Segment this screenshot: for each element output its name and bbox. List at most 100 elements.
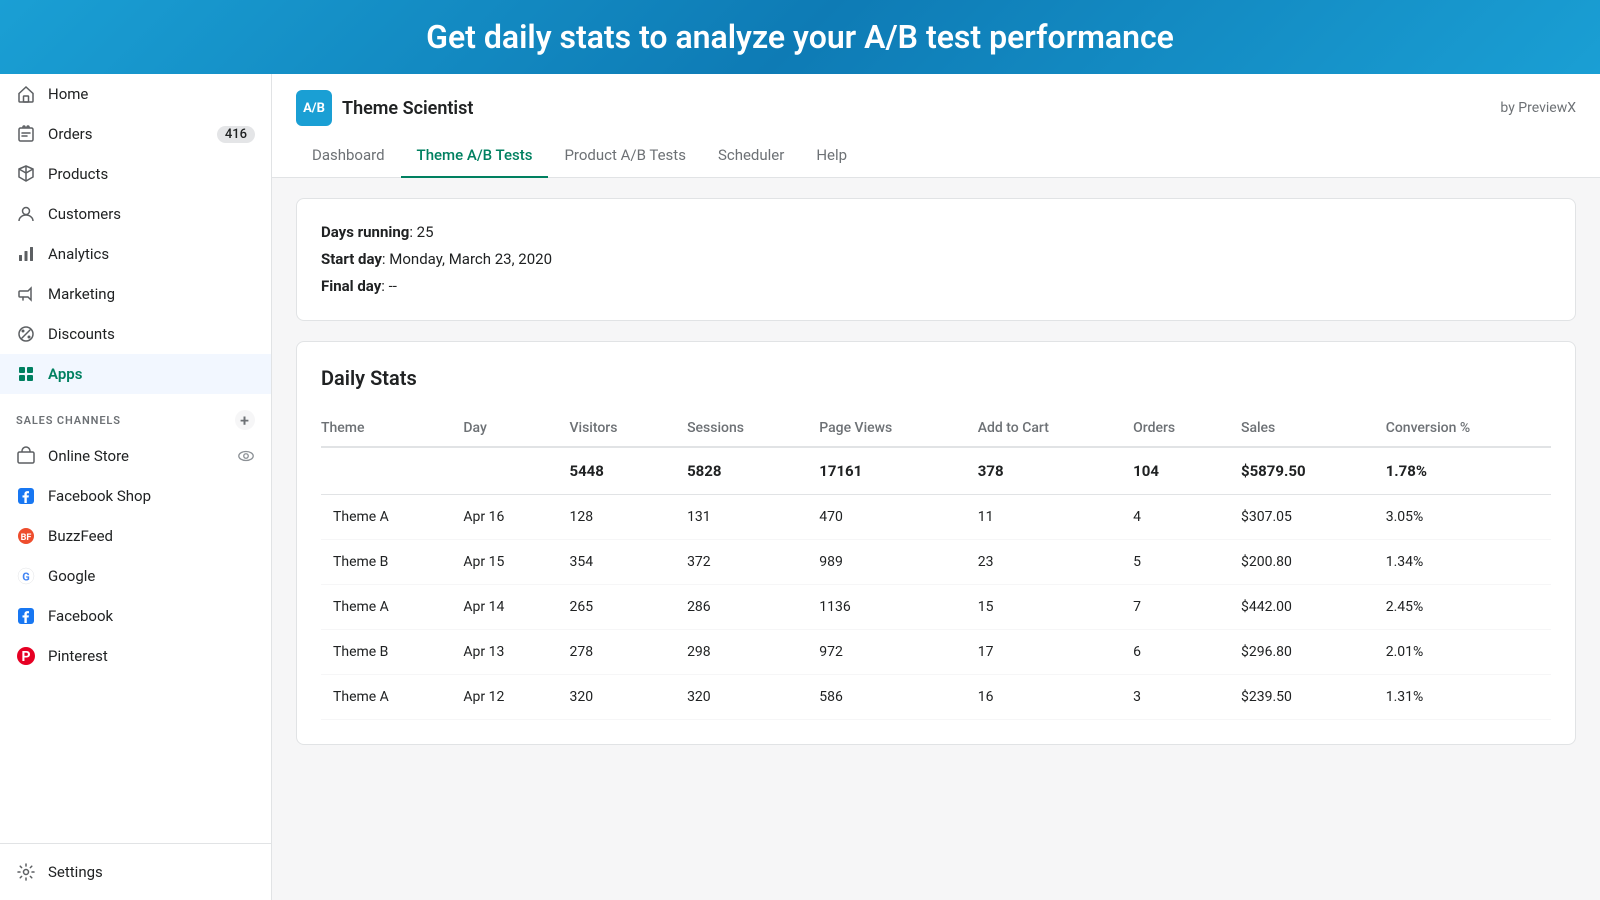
col-visitors: Visitors xyxy=(557,410,675,447)
app-header: A/B Theme Scientist by PreviewX Dashboar… xyxy=(272,74,1600,178)
orders-icon xyxy=(16,124,36,144)
sidebar-label-pinterest: Pinterest xyxy=(48,647,108,665)
sidebar-item-buzzfeed[interactable]: BF BuzzFeed xyxy=(0,516,271,556)
sidebar-item-marketing[interactable]: Marketing xyxy=(0,274,271,314)
buzzfeed-icon: BF xyxy=(16,526,36,546)
sidebar-label-discounts: Discounts xyxy=(48,325,115,343)
apps-icon xyxy=(16,364,36,384)
table-row: Theme A Apr 12 320 320 586 16 3 $239.50 … xyxy=(321,675,1551,720)
sidebar-item-apps[interactable]: Apps xyxy=(0,354,271,394)
col-sessions: Sessions xyxy=(675,410,807,447)
sidebar-item-pinterest[interactable]: P Pinterest xyxy=(0,636,271,676)
total-sales: $5879.50 xyxy=(1229,447,1374,495)
final-day: Final day: -- xyxy=(321,273,1551,300)
col-day: Day xyxy=(451,410,557,447)
total-orders: 104 xyxy=(1121,447,1229,495)
table-row: Theme A Apr 14 265 286 1136 15 7 $442.00… xyxy=(321,585,1551,630)
sidebar-item-products[interactable]: Products xyxy=(0,154,271,194)
pinterest-icon: P xyxy=(16,646,36,666)
app-header-top: A/B Theme Scientist by PreviewX xyxy=(296,74,1576,126)
sidebar-label-orders: Orders xyxy=(48,125,93,143)
sidebar-item-facebook-shop[interactable]: Facebook Shop xyxy=(0,476,271,516)
sidebar-item-customers[interactable]: Customers xyxy=(0,194,271,234)
svg-text:BF: BF xyxy=(21,533,32,543)
sidebar-label-apps: Apps xyxy=(48,365,82,383)
sidebar-label-facebook: Facebook xyxy=(48,607,113,625)
home-icon xyxy=(16,84,36,104)
stats-title: Daily Stats xyxy=(321,366,1551,390)
marketing-icon xyxy=(16,284,36,304)
settings-icon xyxy=(16,862,36,882)
tab-dashboard[interactable]: Dashboard xyxy=(296,134,401,178)
sidebar-label-marketing: Marketing xyxy=(48,285,115,303)
tab-product-ab-tests[interactable]: Product A/B Tests xyxy=(548,134,701,178)
tabs: Dashboard Theme A/B Tests Product A/B Te… xyxy=(296,134,1576,177)
main-content: Days running: 25 Start day: Monday, Marc… xyxy=(272,178,1600,765)
facebook-icon xyxy=(16,606,36,626)
days-running: Days running: 25 xyxy=(321,219,1551,246)
table-row: Theme B Apr 13 278 298 972 17 6 $296.80 … xyxy=(321,630,1551,675)
table-header-row: Theme Day Visitors Sessions Page Views A… xyxy=(321,410,1551,447)
tab-scheduler[interactable]: Scheduler xyxy=(702,134,800,178)
orders-badge: 416 xyxy=(217,126,255,143)
app-logo-area: A/B Theme Scientist xyxy=(296,90,473,126)
col-conversion: Conversion % xyxy=(1374,410,1551,447)
col-orders: Orders xyxy=(1121,410,1229,447)
sidebar-item-orders[interactable]: Orders 416 xyxy=(0,114,271,154)
online-store-icon xyxy=(16,446,36,466)
col-theme: Theme xyxy=(321,410,451,447)
totals-row: 5448 5828 17161 378 104 $5879.50 1.78% xyxy=(321,447,1551,495)
sidebar-label-buzzfeed: BuzzFeed xyxy=(48,527,113,545)
table-row: Theme B Apr 15 354 372 989 23 5 $200.80 … xyxy=(321,540,1551,585)
stats-table: Theme Day Visitors Sessions Page Views A… xyxy=(321,410,1551,720)
top-banner: Get daily stats to analyze your A/B test… xyxy=(0,0,1600,74)
sidebar-item-analytics[interactable]: Analytics xyxy=(0,234,271,274)
sidebar-label-settings: Settings xyxy=(48,863,103,881)
col-page-views: Page Views xyxy=(807,410,966,447)
sidebar-item-google[interactable]: G Google xyxy=(0,556,271,596)
app-logo: A/B xyxy=(296,90,332,126)
by-label: by PreviewX xyxy=(1500,100,1576,116)
sidebar-item-settings[interactable]: Settings xyxy=(0,852,271,892)
sidebar-item-home[interactable]: Home xyxy=(0,74,271,114)
sidebar-label-facebook-shop: Facebook Shop xyxy=(48,487,151,505)
eye-icon xyxy=(237,447,255,465)
banner-text: Get daily stats to analyze your A/B test… xyxy=(0,18,1600,56)
sidebar-label-home: Home xyxy=(48,85,88,103)
sidebar-label-online-store: Online Store xyxy=(48,447,129,465)
sidebar-settings-section: Settings xyxy=(0,843,271,900)
total-visitors: 5448 xyxy=(557,447,675,495)
info-card: Days running: 25 Start day: Monday, Marc… xyxy=(296,198,1576,321)
start-day: Start day: Monday, March 23, 2020 xyxy=(321,246,1551,273)
tab-theme-ab-tests[interactable]: Theme A/B Tests xyxy=(401,134,549,178)
app-title: Theme Scientist xyxy=(342,98,473,119)
sales-channels-header: SALES CHANNELS + xyxy=(0,394,271,436)
total-add-to-cart: 378 xyxy=(966,447,1121,495)
col-sales: Sales xyxy=(1229,410,1374,447)
stats-card: Daily Stats Theme Day Visitors Sessions … xyxy=(296,341,1576,745)
total-conversion: 1.78% xyxy=(1374,447,1551,495)
total-sessions: 5828 xyxy=(675,447,807,495)
discounts-icon xyxy=(16,324,36,344)
customers-icon xyxy=(16,204,36,224)
products-icon xyxy=(16,164,36,184)
svg-text:G: G xyxy=(22,571,30,584)
main-layout: Home Orders 416 Products xyxy=(0,74,1600,900)
svg-text:P: P xyxy=(21,649,30,665)
sidebar-label-google: Google xyxy=(48,567,95,585)
tab-help[interactable]: Help xyxy=(800,134,863,178)
sidebar: Home Orders 416 Products xyxy=(0,74,272,900)
sidebar-label-customers: Customers xyxy=(48,205,121,223)
sidebar-item-online-store[interactable]: Online Store xyxy=(0,436,271,476)
sidebar-item-discounts[interactable]: Discounts xyxy=(0,314,271,354)
table-row: Theme A Apr 16 128 131 470 11 4 $307.05 … xyxy=(321,495,1551,540)
google-icon: G xyxy=(16,566,36,586)
analytics-icon xyxy=(16,244,36,264)
col-add-to-cart: Add to Cart xyxy=(966,410,1121,447)
facebook-shop-icon xyxy=(16,486,36,506)
total-page-views: 17161 xyxy=(807,447,966,495)
sidebar-label-analytics: Analytics xyxy=(48,245,109,263)
add-sales-channel-button[interactable]: + xyxy=(235,410,255,430)
sidebar-item-facebook[interactable]: Facebook xyxy=(0,596,271,636)
sidebar-label-products: Products xyxy=(48,165,108,183)
